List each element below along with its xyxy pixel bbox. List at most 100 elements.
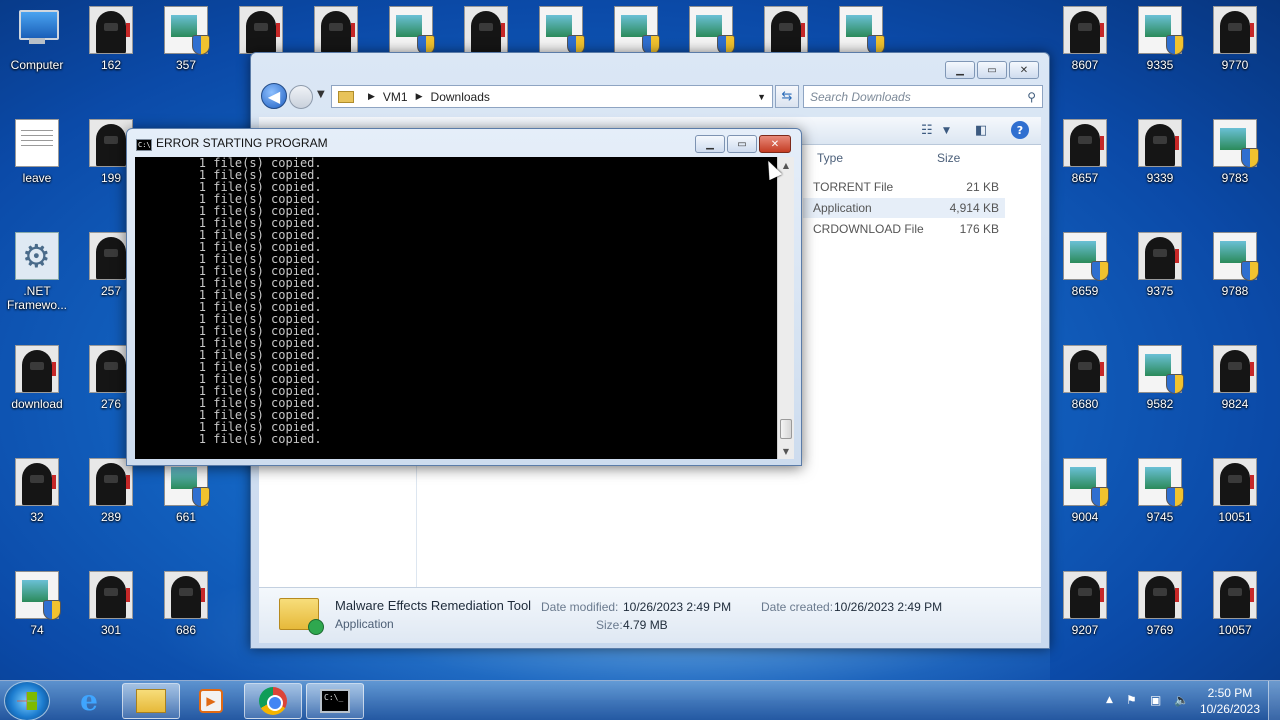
desktop-icon[interactable]: 9824 <box>1198 339 1272 439</box>
desktop-icon-label: 9745 <box>1146 510 1174 524</box>
console-scrollbar[interactable]: ▲ ▼ <box>777 157 794 459</box>
hooded-figure-icon <box>89 571 133 619</box>
search-icon[interactable]: ⚲ <box>1027 90 1036 104</box>
desktop-icon[interactable]: 9582 <box>1123 339 1197 439</box>
minimize-button[interactable]: ▁ <box>695 135 725 153</box>
show-hidden-icons-arrow-icon[interactable]: ▲ <box>1106 695 1113 705</box>
action-center-flag-icon[interactable]: ⚑ <box>1126 693 1137 707</box>
console-output[interactable]: 1 file(s) copied. 1 file(s) copied. 1 fi… <box>135 157 777 459</box>
maximize-button[interactable]: ▭ <box>727 135 757 153</box>
desktop-icon[interactable]: 9769 <box>1123 565 1197 665</box>
desktop-icon-label: 289 <box>100 510 122 524</box>
desktop-icon[interactable]: download <box>0 339 74 439</box>
desktop-icon[interactable]: 686 <box>149 565 223 665</box>
close-button[interactable]: ✕ <box>1009 61 1039 79</box>
desktop-icon[interactable]: 8657 <box>1048 113 1122 213</box>
desktop-icon[interactable]: 9339 <box>1123 113 1197 213</box>
scroll-down-arrow-icon[interactable]: ▼ <box>778 443 794 459</box>
desktop-icon-label: 8657 <box>1071 171 1099 185</box>
show-desktop-button[interactable] <box>1268 681 1280 720</box>
desktop-icon[interactable]: 9783 <box>1198 113 1272 213</box>
address-history-chevron-icon[interactable]: ▼ <box>757 92 766 102</box>
breadcrumb-separator-icon[interactable]: ▶ <box>368 91 375 102</box>
recent-pages-dropdown[interactable]: ▼ <box>317 89 325 100</box>
folder-icon <box>338 90 354 103</box>
desktop-icon[interactable]: 9770 <box>1198 0 1272 100</box>
desktop-icon[interactable]: 74 <box>0 565 74 665</box>
search-input[interactable]: Search Downloads ⚲ <box>803 85 1043 108</box>
column-size[interactable]: Size <box>937 151 960 165</box>
help-icon[interactable]: ? <box>1011 121 1029 139</box>
network-icon[interactable]: ▣ <box>1150 693 1161 707</box>
column-type[interactable]: Type <box>817 151 843 165</box>
installer-shield-icon <box>164 6 210 55</box>
forward-button[interactable] <box>289 85 313 109</box>
gear-icon <box>15 232 59 280</box>
desktop-icon[interactable]: 289 <box>74 452 148 552</box>
start-button[interactable] <box>4 681 50 720</box>
hooded-figure-icon <box>1213 458 1257 506</box>
taskbar-explorer[interactable] <box>122 683 180 719</box>
console-window[interactable]: C:\. ERROR STARTING PROGRAM ▁ ▭ ✕ 1 file… <box>126 128 802 466</box>
breadcrumb-separator-icon[interactable]: ▶ <box>416 91 423 102</box>
desktop-icon[interactable]: 357 <box>149 0 223 100</box>
close-button[interactable]: ✕ <box>759 135 791 153</box>
taskbar-media-player[interactable]: ▶ <box>182 683 240 719</box>
desktop-icon[interactable]: 301 <box>74 565 148 665</box>
desktop-icon[interactable]: .NET Framewo... <box>0 226 74 326</box>
desktop-icon[interactable]: 9788 <box>1198 226 1272 326</box>
desktop-icon[interactable]: 8680 <box>1048 339 1122 439</box>
desktop-icon[interactable]: 10057 <box>1198 565 1272 665</box>
desktop-icon-label: 9375 <box>1146 284 1174 298</box>
selected-file-name: Malware Effects Remediation Tool <box>335 598 532 613</box>
address-bar[interactable]: ▶ VM1 ▶ Downloads ▼ <box>331 85 773 108</box>
date-modified-value: 10/26/2023 2:49 PM <box>623 600 732 614</box>
desktop-icon[interactable]: 10051 <box>1198 452 1272 552</box>
taskbar-internet-explorer[interactable]: e <box>60 683 118 719</box>
minimize-button[interactable]: ▁ <box>945 61 975 79</box>
breadcrumb-vm1[interactable]: VM1 <box>383 90 408 104</box>
desktop-icon[interactable]: 9745 <box>1123 452 1197 552</box>
desktop-icon[interactable]: 32 <box>0 452 74 552</box>
internet-explorer-icon: e <box>80 684 98 717</box>
taskbar-command-prompt[interactable]: C:\_ <box>306 683 364 719</box>
clock[interactable]: 2:50 PM 10/26/2023 <box>1200 685 1260 717</box>
desktop-icon[interactable]: 9207 <box>1048 565 1122 665</box>
column-headers: Type Size <box>807 145 1033 171</box>
desktop-icon[interactable]: 9375 <box>1123 226 1197 326</box>
installer-shield-icon <box>1213 119 1259 168</box>
file-row[interactable]: TORRENT File 21 KB <box>803 177 1005 197</box>
back-button[interactable]: ◀ <box>261 83 287 109</box>
desktop-icon[interactable]: 8607 <box>1048 0 1122 100</box>
hooded-figure-icon <box>15 458 59 506</box>
installer-shield-icon <box>839 6 885 55</box>
desktop-icon[interactable]: 8659 <box>1048 226 1122 326</box>
breadcrumb-downloads[interactable]: Downloads <box>431 90 490 104</box>
installer-shield-icon <box>1063 232 1109 281</box>
refresh-button[interactable]: ⇆ <box>775 85 799 108</box>
file-type: Application <box>813 201 872 215</box>
view-options-icon[interactable]: ☷ <box>921 123 933 138</box>
desktop-icon-label: 32 <box>30 510 44 524</box>
scrollbar-thumb[interactable] <box>780 419 792 439</box>
desktop-icon[interactable]: 661 <box>149 452 223 552</box>
desktop-icon[interactable]: 9004 <box>1048 452 1122 552</box>
desktop-icon-label: 9783 <box>1221 171 1249 185</box>
view-dropdown-icon[interactable]: ▼ <box>943 126 950 136</box>
desktop-icon-label: 9335 <box>1146 58 1174 72</box>
file-row-selected[interactable]: Application 4,914 KB <box>803 198 1005 218</box>
desktop-icon[interactable]: 9335 <box>1123 0 1197 100</box>
preview-pane-icon[interactable]: ◧ <box>975 123 987 138</box>
volume-muted-icon[interactable]: 🔈 <box>1174 693 1189 707</box>
desktop-icon[interactable]: leave <box>0 113 74 213</box>
explorer-window-buttons: ▁ ▭ ✕ <box>945 61 1039 79</box>
desktop-icon-label: 301 <box>100 623 122 637</box>
taskbar-chrome[interactable] <box>244 683 302 719</box>
desktop-icon[interactable]: 162 <box>74 0 148 100</box>
desktop-icon[interactable]: Computer <box>0 0 74 100</box>
desktop-icon-label: 9582 <box>1146 397 1174 411</box>
desktop-icon-label: 9004 <box>1071 510 1099 524</box>
maximize-button[interactable]: ▭ <box>977 61 1007 79</box>
file-row[interactable]: CRDOWNLOAD File 176 KB <box>803 219 1005 239</box>
hooded-figure-icon <box>239 6 283 54</box>
